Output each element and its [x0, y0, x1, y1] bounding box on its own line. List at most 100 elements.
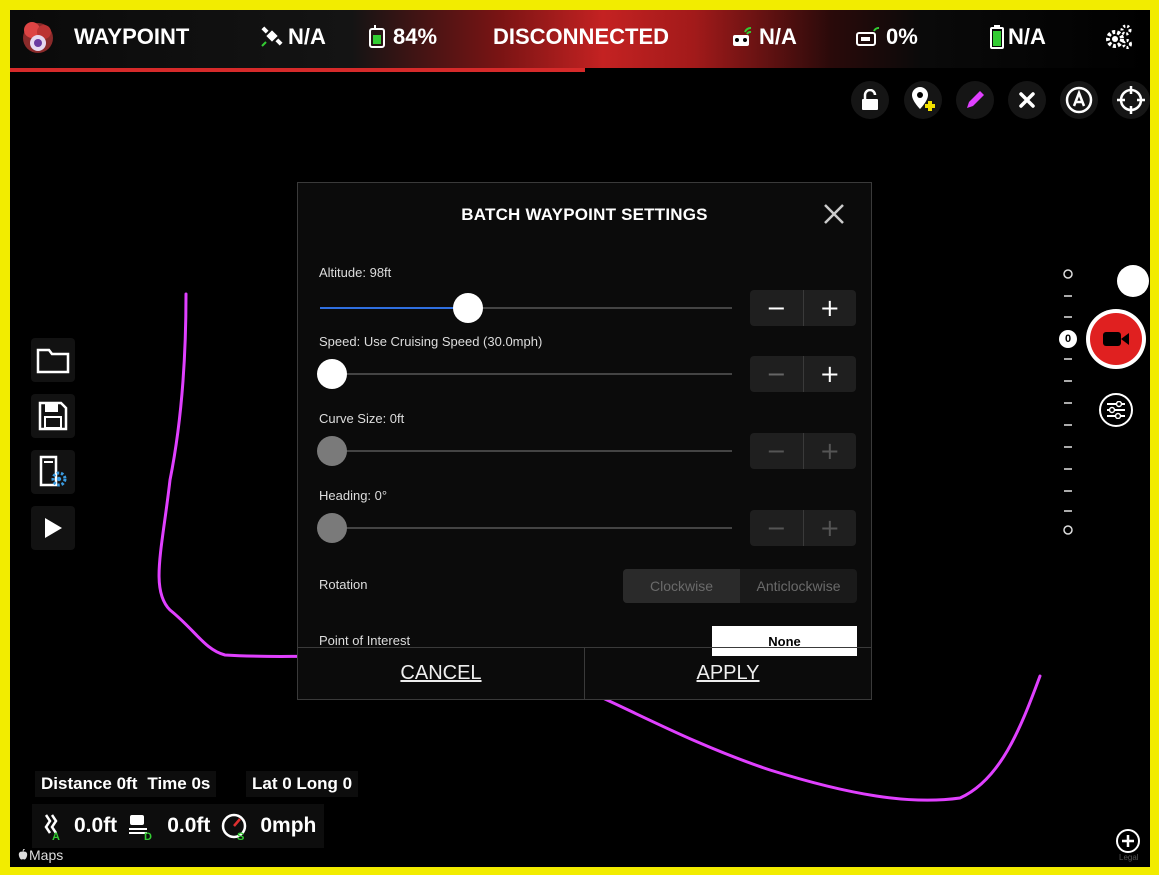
auto-icon [1065, 86, 1093, 114]
rotation-anticlockwise-option[interactable]: Anticlockwise [740, 569, 857, 603]
settings-button[interactable] [1104, 22, 1134, 52]
curve-size-increase-button[interactable]: + [804, 433, 857, 469]
curve-size-stepper: − + [750, 433, 856, 469]
play-mission-button[interactable] [31, 506, 75, 550]
dialog-title: BATCH WAYPOINT SETTINGS [461, 205, 708, 224]
add-waypoint-button[interactable] [904, 81, 942, 119]
crosshair-icon [1117, 86, 1145, 114]
rotation-toggle: Clockwise Anticlockwise [623, 569, 857, 603]
poi-label: Point of Interest [319, 633, 411, 648]
rotation-clockwise-option[interactable]: Clockwise [623, 569, 740, 603]
altitude-increase-button[interactable]: + [804, 290, 857, 326]
cancel-button[interactable]: CANCEL [298, 648, 585, 699]
play-icon [45, 518, 62, 538]
sliders-icon [1107, 401, 1125, 419]
auto-button[interactable] [1060, 81, 1098, 119]
altitude-decrease-button[interactable]: − [750, 290, 804, 326]
camera-settings-button[interactable] [1099, 393, 1133, 427]
zoom-tick [1064, 510, 1072, 512]
coordinates: Lat 0 Long 0 [246, 771, 359, 797]
save-mission-button[interactable] [31, 394, 75, 438]
plus-circle-icon[interactable] [1115, 828, 1141, 854]
app-title-text: WAYPOINT [74, 24, 190, 49]
time-value: Time 0s [147, 774, 211, 793]
altitude-slider-thumb[interactable] [453, 293, 483, 323]
heading-decrease-button[interactable]: − [750, 510, 804, 546]
aircraft-battery-status: N/A [990, 24, 1046, 50]
zoom-tick [1064, 446, 1072, 448]
zoom-tick [1064, 402, 1072, 404]
legal-link[interactable]: Legal [1119, 853, 1139, 862]
speed-slider-thumb[interactable] [317, 359, 347, 389]
photo-mode-button[interactable] [1117, 265, 1149, 297]
zoom-rail-bottom-icon [1063, 525, 1073, 535]
altitude-icon: A [44, 814, 60, 841]
video-signal-value: 0% [886, 24, 918, 49]
heading-stepper: − + [750, 510, 856, 546]
zoom-tick [1064, 380, 1072, 382]
zoom-tick [1064, 424, 1072, 426]
curve-size-slider[interactable] [317, 436, 732, 466]
close-icon[interactable] [823, 203, 845, 225]
add-waypoint-icon [912, 87, 935, 111]
speed-value: 0mph [260, 814, 317, 837]
heading-increase-button[interactable]: + [804, 510, 857, 546]
heading-slider[interactable] [317, 513, 732, 543]
speed-stepper: − + [750, 356, 856, 392]
curve-size-slider-thumb[interactable] [317, 436, 347, 466]
maps-attribution[interactable]: Maps [18, 847, 63, 863]
curve-size-decrease-button[interactable]: − [750, 433, 804, 469]
distance-value: Distance 0ft [41, 774, 138, 793]
video-signal-icon [856, 27, 880, 46]
heading-label: Heading: 0° [319, 488, 388, 503]
altitude-slider[interactable] [320, 293, 732, 323]
remote-battery-status: 84% [367, 24, 437, 50]
zoom-tick [1064, 468, 1072, 470]
battery-icon [990, 25, 1004, 49]
rc-signal-status: N/A [731, 24, 797, 50]
connection-status-text: DISCONNECTED [493, 24, 670, 49]
speed-increase-button[interactable]: + [804, 356, 857, 392]
dialog-footer: CANCEL APPLY [298, 647, 871, 699]
gps-status: N/A [260, 24, 326, 50]
svg-text:S: S [237, 831, 244, 841]
clear-route-button[interactable] [1008, 81, 1046, 119]
apply-button[interactable]: APPLY [585, 648, 871, 699]
batch-waypoint-dialog: BATCH WAYPOINT SETTINGS Altitude: 98ft −… [297, 182, 872, 700]
remote-controller-icon [369, 25, 385, 48]
speed-decrease-button[interactable]: − [750, 356, 804, 392]
zoom-tick [1064, 358, 1072, 360]
remote-battery-value: 84% [393, 24, 438, 49]
record-button[interactable] [1086, 309, 1146, 369]
status-bar: WAYPOINT N/A 84% DISCONNECTED N/A 0% N/A [10, 10, 1150, 72]
altitude-slider-fill [320, 307, 468, 309]
record-button-inner [1090, 313, 1142, 365]
app-screen: WAYPOINT N/A 84% DISCONNECTED N/A 0% N/A… [10, 10, 1150, 867]
lock-icon [862, 89, 878, 110]
latlong-value: Lat 0 Long 0 [252, 774, 353, 793]
altitude-value: 0.0ft [74, 814, 118, 837]
locate-button[interactable] [1112, 81, 1150, 119]
folder-icon [36, 348, 70, 374]
app-title[interactable]: WAYPOINT [74, 24, 189, 50]
gears-icon [1106, 24, 1132, 49]
zoom-rail-top-icon [1063, 269, 1073, 279]
save-icon [38, 401, 68, 431]
distance-home-icon: D [129, 815, 152, 841]
open-mission-button[interactable] [31, 338, 75, 382]
rc-signal-icon [733, 27, 752, 46]
edit-route-button[interactable] [956, 81, 994, 119]
gps-value: N/A [288, 24, 326, 49]
video-record-icon [1103, 332, 1129, 346]
satellite-icon [261, 26, 283, 47]
aircraft-battery-value: N/A [1008, 24, 1046, 49]
heading-slider-thumb[interactable] [317, 513, 347, 543]
zoom-tick [1064, 295, 1072, 297]
speed-slider[interactable] [317, 359, 732, 389]
altitude-label: Altitude: 98ft [319, 265, 392, 280]
mission-settings-button[interactable] [31, 450, 75, 494]
speed-label: Speed: Use Cruising Speed (30.0mph) [319, 334, 543, 349]
zoom-indicator[interactable]: 0 [1059, 330, 1077, 348]
lock-button[interactable] [851, 81, 889, 119]
top-progress-bar [10, 68, 585, 72]
